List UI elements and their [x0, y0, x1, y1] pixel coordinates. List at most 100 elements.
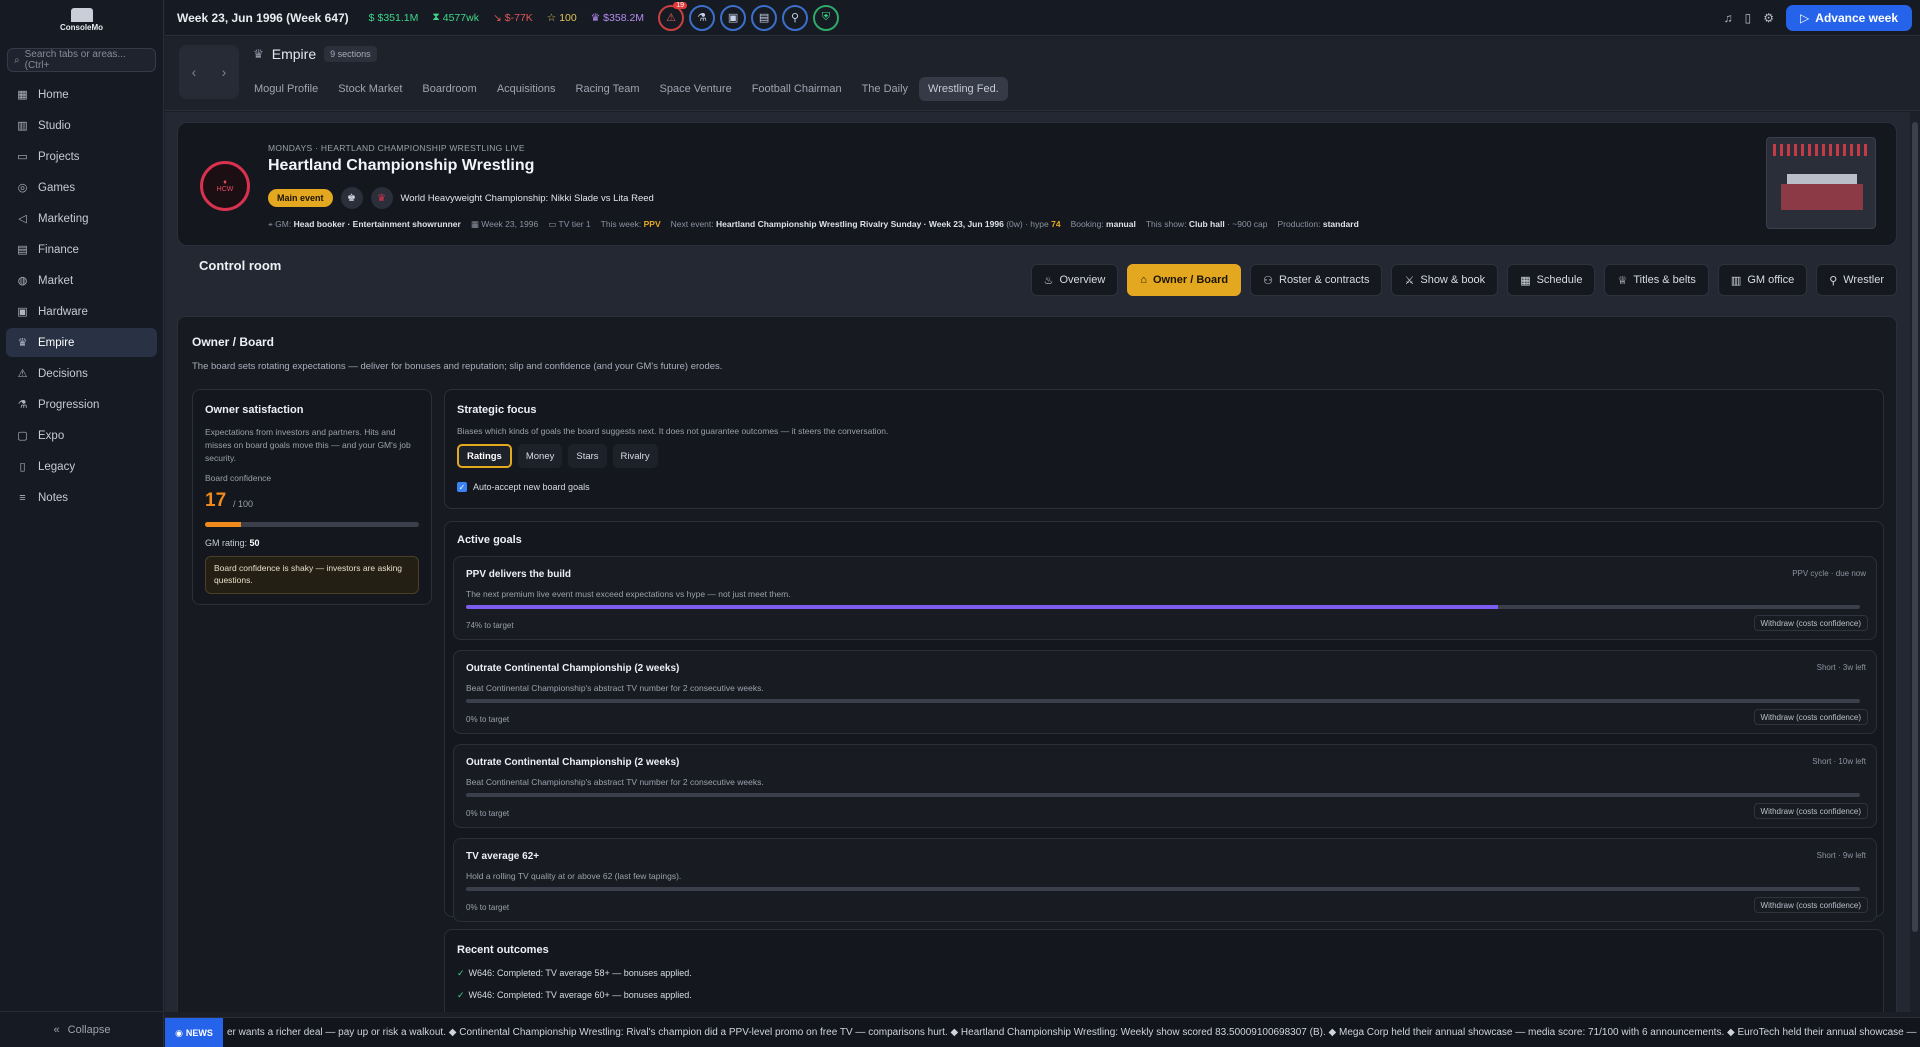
music-icon[interactable]: ♫: [1724, 11, 1733, 25]
tab-titles-belts[interactable]: ♕ Titles & belts: [1604, 264, 1709, 296]
venue-label: This show:: [1145, 219, 1187, 229]
collapse-button[interactable]: « Collapse: [0, 1011, 164, 1047]
sidebar-item-finance[interactable]: ▤ Finance: [6, 235, 157, 264]
nav-arrows: ‹ ›: [179, 45, 239, 99]
gm-label: GM:: [275, 219, 292, 229]
withdraw-goal-button[interactable]: Withdraw (costs confidence): [1753, 615, 1868, 631]
championship-match: World Heavyweight Championship: Nikki Sl…: [400, 192, 654, 204]
outcome-text: W646: Completed: TV average 58+ — bonuse…: [468, 968, 692, 978]
star-icon: ☆: [546, 11, 557, 24]
goal-description: Beat Continental Championship's abstract…: [466, 683, 764, 693]
venue-cap: · ~900 cap: [1227, 219, 1268, 229]
focus-option-rivalry[interactable]: Rivalry: [612, 444, 658, 468]
crown-icon: ♛: [590, 11, 601, 24]
main-event-pill: Main event: [268, 189, 333, 207]
focus-option-stars[interactable]: Stars: [568, 444, 607, 468]
app-logo[interactable]: ConsoleMo: [0, 0, 163, 40]
warning-icon: ⚠: [666, 12, 676, 24]
book-icon[interactable]: ▯: [1745, 11, 1752, 25]
tab-racing-team[interactable]: Racing Team: [567, 77, 649, 101]
sidebar-item-projects[interactable]: ▭ Projects: [6, 142, 157, 171]
sidebar-search-input[interactable]: ⌕ Search tabs or areas... (Ctrl+: [7, 48, 156, 72]
tab-acquisitions[interactable]: Acquisitions: [488, 77, 565, 101]
scrollbar-thumb[interactable]: [1912, 122, 1918, 932]
withdraw-goal-button[interactable]: Withdraw (costs confidence): [1753, 803, 1868, 819]
withdraw-goal-button[interactable]: Withdraw (costs confidence): [1753, 709, 1868, 725]
sidebar-item-progression[interactable]: ⚗ Progression: [6, 390, 157, 419]
booking-info: Booking: manual: [1071, 219, 1136, 230]
checkmark-icon[interactable]: ✓: [457, 482, 467, 492]
auto-accept-checkbox[interactable]: ✓ Auto-accept new board goals: [457, 482, 590, 492]
sidebar-item-market[interactable]: ◍ Market: [6, 266, 157, 295]
sidebar-item-empire[interactable]: ♛ Empire: [6, 328, 157, 357]
withdraw-goal-button[interactable]: Withdraw (costs confidence): [1753, 897, 1868, 913]
section-tabs: Mogul Profile Stock Market Boardroom Acquis…: [245, 77, 1008, 101]
sidebar-item-hardware[interactable]: ▣ Hardware: [6, 297, 157, 326]
focus-option-ratings[interactable]: Ratings: [457, 444, 512, 468]
chevron-right-icon[interactable]: ›: [222, 64, 227, 80]
research-button[interactable]: ⚗: [689, 4, 716, 31]
section-header: ‹ › ♛ Empire 9 sections Mogul Profile Sto…: [165, 37, 1920, 111]
sidebar-item-expo[interactable]: ▢ Expo: [6, 421, 157, 450]
shield-button[interactable]: ⛨: [813, 4, 840, 31]
top-right-tools: ♫ ▯ ⚙ ▷ Advance week: [1724, 4, 1920, 31]
monitor-icon: ▢: [17, 430, 28, 442]
sidebar-item-marketing[interactable]: ◁ Marketing: [6, 204, 157, 233]
search-placeholder: Search tabs or areas... (Ctrl+: [24, 49, 126, 71]
focus-option-money[interactable]: Money: [517, 444, 563, 468]
chip-icon: ▣: [727, 12, 739, 24]
news-ticker: ◉ NEWS er wants a richer deal — pay up or…: [165, 1017, 1920, 1047]
news-tag[interactable]: ◉ NEWS: [165, 1018, 223, 1047]
ledger-button[interactable]: ▤: [751, 4, 778, 31]
delta-stat: ↘ $-77K: [493, 12, 533, 24]
section-count: 9 sections: [324, 46, 377, 62]
sidebar-item-games[interactable]: ◎ Games: [6, 173, 157, 202]
wrestler-avatar-1: ♚: [340, 187, 363, 209]
sidebar: ConsoleMo ⌕ Search tabs or areas... (Ctr…: [0, 0, 164, 1047]
advance-week-label: Advance week: [1815, 10, 1898, 25]
goal-description: The next premium live event must exceed …: [466, 589, 791, 599]
chip-button[interactable]: ▣: [720, 4, 747, 31]
control-tab-label: Titles & belts: [1633, 274, 1696, 286]
calendar-icon: ▦: [1520, 274, 1531, 287]
flask-button[interactable]: ⚲: [782, 4, 809, 31]
sidebar-item-studio[interactable]: ▥ Studio: [6, 111, 157, 140]
sidebar-item-notes[interactable]: ≡ Notes: [6, 483, 157, 512]
tab-owner-board[interactable]: ⌂ Owner / Board: [1127, 264, 1242, 296]
tab-mogul-profile[interactable]: Mogul Profile: [245, 77, 327, 101]
tab-wrestler[interactable]: ⚲ Wrestler: [1816, 264, 1897, 296]
control-tab-label: Roster & contracts: [1279, 274, 1370, 286]
tab-gm-office[interactable]: ▥ GM office: [1717, 264, 1808, 296]
document-icon: ▤: [17, 244, 28, 256]
valuation-stat: ♛ $358.2M: [591, 12, 644, 24]
sidebar-item-home[interactable]: ▦ Home: [6, 80, 157, 109]
tab-space-venture[interactable]: Space Venture: [651, 77, 741, 101]
tab-the-daily[interactable]: The Daily: [853, 77, 917, 101]
tab-wrestling-fed[interactable]: Wrestling Fed.: [919, 77, 1008, 101]
tab-overview[interactable]: ♨ Overview: [1030, 264, 1119, 296]
goal-meta: Short · 3w left: [1816, 663, 1866, 672]
tab-boardroom[interactable]: Boardroom: [413, 77, 485, 101]
tab-football-chairman[interactable]: Football Chairman: [743, 77, 851, 101]
gear-icon[interactable]: ⚙: [1763, 11, 1774, 25]
pin-icon: ⌖: [268, 219, 273, 229]
advance-week-button[interactable]: ▷ Advance week: [1786, 4, 1912, 31]
sidebar-item-label: Studio: [38, 119, 71, 132]
news-ticker-text: er wants a richer deal — pay up or risk …: [227, 1027, 1917, 1038]
sidebar-item-label: Finance: [38, 243, 79, 256]
tab-schedule[interactable]: ▦ Schedule: [1507, 264, 1596, 296]
check-icon: ✓: [457, 968, 465, 978]
sidebar-item-legacy[interactable]: ▯ Legacy: [6, 452, 157, 481]
main-scrollbar[interactable]: [1910, 112, 1920, 1012]
users-icon: ⚇: [1263, 274, 1273, 287]
tab-show-book[interactable]: ⚔ Show & book: [1391, 264, 1499, 296]
alerts-button[interactable]: ⚠ 19: [658, 1, 688, 31]
goal-meta: PPV cycle · due now: [1792, 569, 1866, 578]
chevron-left-icon[interactable]: ‹: [192, 64, 197, 80]
main-content[interactable]: ♦ HCW MONDAYS · HEARTLAND CHAMPIONSHIP W…: [165, 112, 1910, 1012]
person-icon: ⚲: [1829, 274, 1838, 287]
sidebar-item-decisions[interactable]: ⚠ Decisions: [6, 359, 157, 388]
tab-roster-contracts[interactable]: ⚇ Roster & contracts: [1250, 264, 1383, 296]
tab-stock-market[interactable]: Stock Market: [329, 77, 411, 101]
goal-progress-bar: [466, 887, 1860, 891]
